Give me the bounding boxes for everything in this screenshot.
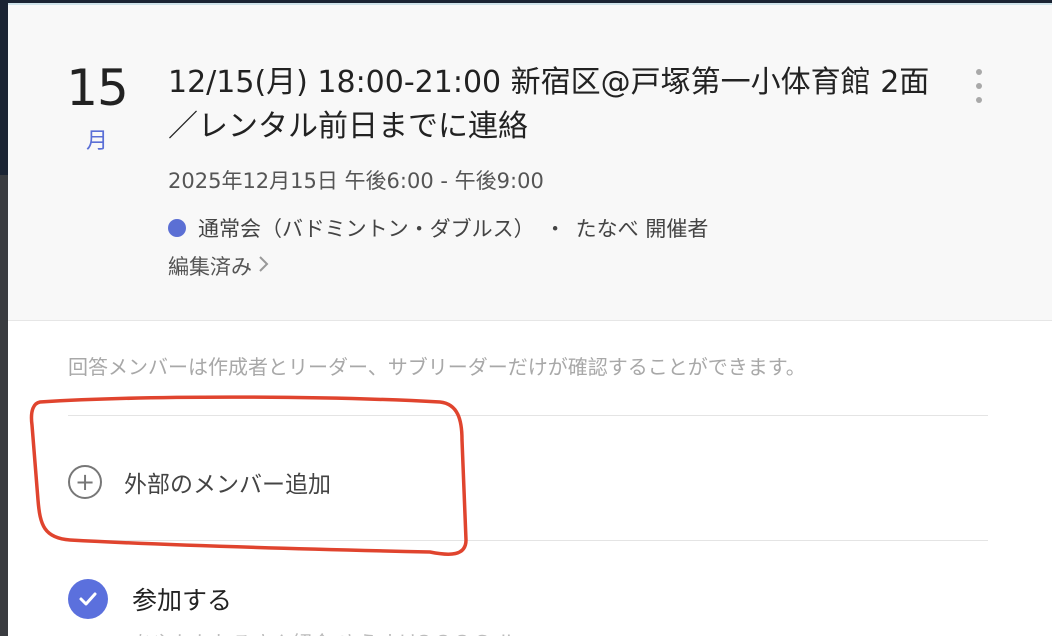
- attend-label: 参加する: [132, 586, 233, 615]
- plus-circle-icon: +: [68, 465, 102, 499]
- event-day: 15: [66, 59, 129, 117]
- event-header: 15 月 12/15(月) 18:00-21:00 新宿区@戸塚第一小体育館 2…: [8, 5, 1052, 321]
- event-title: 12/15(月) 18:00-21:00 新宿区@戸塚第一小体育館 2面 ／レン…: [168, 65, 930, 144]
- more-options-icon[interactable]: [972, 69, 986, 103]
- event-day-unit: 月: [85, 129, 108, 154]
- divider: [68, 415, 988, 416]
- edited-link[interactable]: 編集済み: [168, 251, 270, 281]
- event-datetime: 2025年12月15日 午後6:00 - 午後9:00: [168, 169, 544, 193]
- attend-option[interactable]: 参加する: [68, 579, 232, 619]
- event-detail-panel: 15 月 12/15(月) 18:00-21:00 新宿区@戸塚第一小体育館 2…: [8, 3, 1052, 636]
- edited-label: 編集済み: [168, 255, 252, 279]
- calendar-color-dot: [168, 219, 186, 237]
- check-circle-icon: [68, 579, 108, 619]
- meta-separator: ・: [544, 217, 566, 241]
- event-meta: 通常会（バドミントン・ダブルス） ・ たなべ 開催者: [168, 213, 708, 243]
- add-external-member-button[interactable]: + 外部のメンバー追加: [68, 465, 331, 499]
- calendar-name: 通常会（バドミントン・ダブルス）: [198, 217, 535, 241]
- attendee-names: あやかかわろさん紹介 ゆうすけ3.3.3 Seiko: [132, 627, 529, 636]
- add-member-label: 外部のメンバー追加: [124, 472, 331, 498]
- chevron-right-icon: [258, 254, 270, 278]
- visibility-notice: 回答メンバーは作成者とリーダー、サブリーダーだけが確認することができます。: [68, 355, 806, 379]
- organizer: たなべ 開催者: [575, 217, 709, 241]
- divider: [68, 540, 988, 541]
